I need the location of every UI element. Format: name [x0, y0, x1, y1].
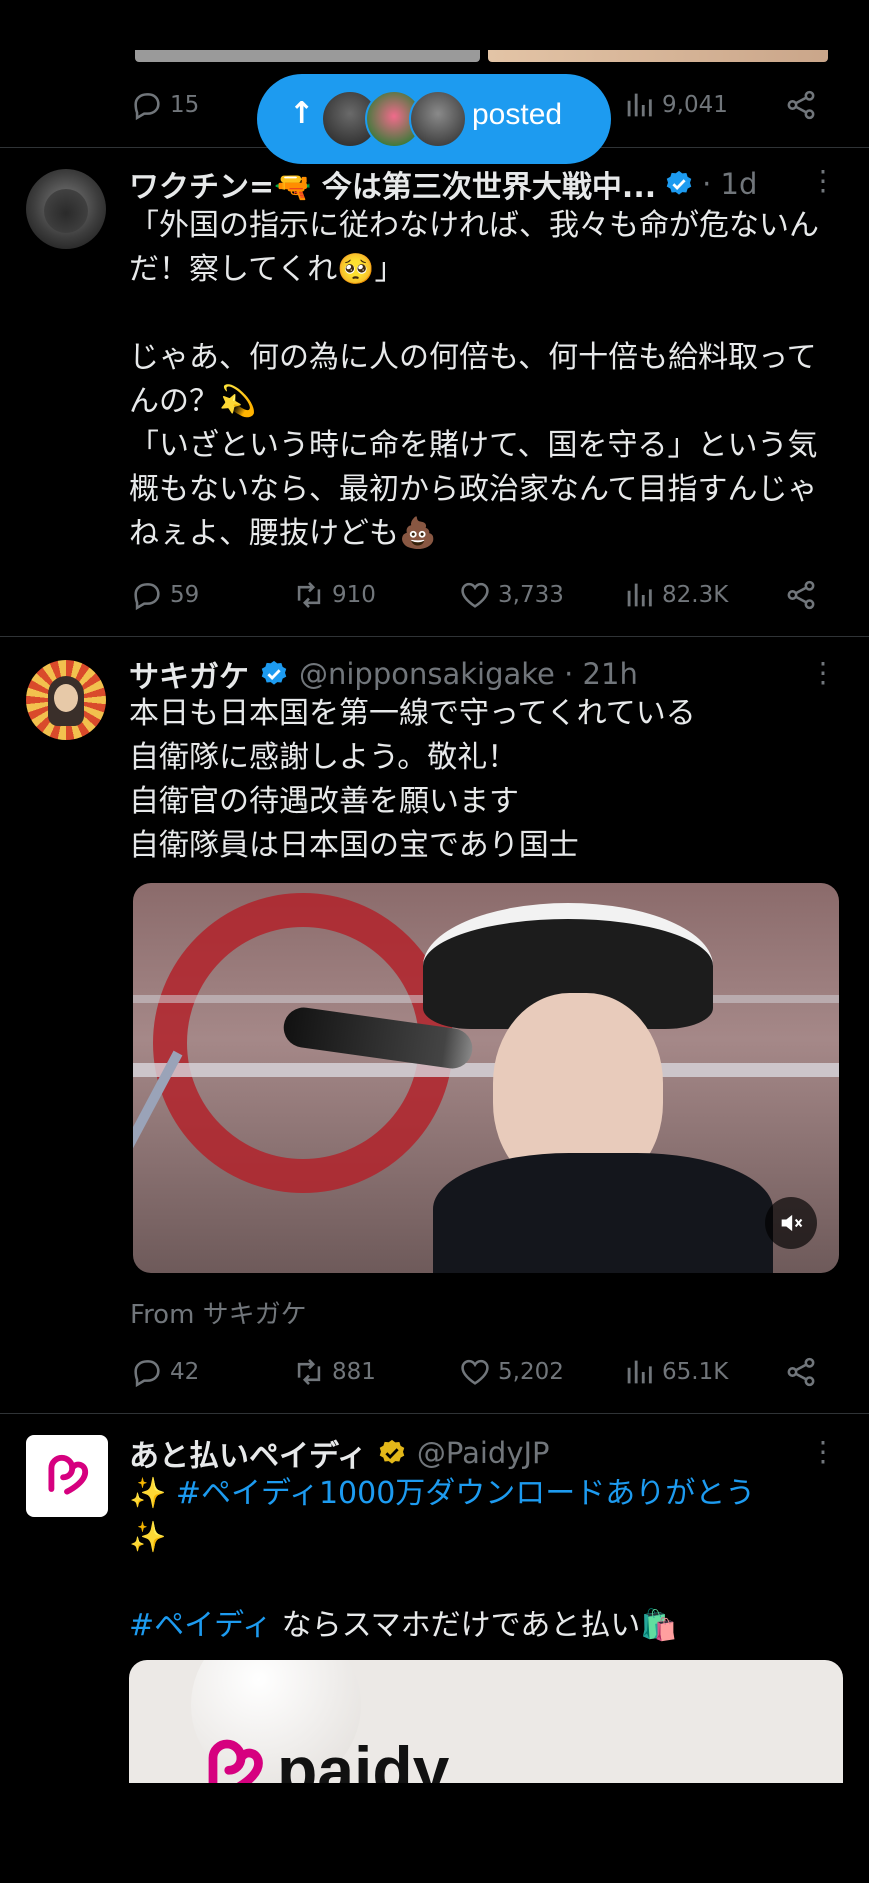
views-icon: [627, 583, 652, 607]
like-count: 5,202: [498, 1359, 564, 1385]
timestamp[interactable]: · 1d: [702, 167, 757, 201]
avatar-stack: [321, 90, 467, 148]
mute-button[interactable]: [765, 1197, 817, 1249]
more-options-icon[interactable]: ⋮: [809, 164, 837, 197]
new-posts-pill[interactable]: ↑ posted: [257, 74, 611, 164]
avatar[interactable]: [26, 1435, 108, 1517]
tweet-text: 「外国の指示に従わなければ、我々も命が危ないんだ！察してくれ🥺」 じゃあ、何の為…: [129, 208, 819, 551]
reply-count: 15: [170, 92, 200, 118]
heart-icon: [461, 582, 489, 608]
repost-button[interactable]: 881: [292, 1355, 376, 1389]
display-name[interactable]: ワクチン=🔫 今は第三次世界大戦中...: [129, 162, 656, 206]
heart-icon: [461, 1359, 489, 1385]
paidy-logo-icon: [208, 1739, 263, 1783]
like-button[interactable]: 3,733: [458, 578, 564, 612]
hashtag-link[interactable]: #ペイディ: [129, 1608, 272, 1643]
person-face: [54, 684, 78, 712]
handle[interactable]: @PaidyJP: [417, 1436, 550, 1470]
reply-button[interactable]: 59: [130, 578, 199, 612]
reply-icon: [134, 93, 160, 121]
reply-count: 59: [170, 582, 200, 608]
like-button[interactable]: 5,202: [458, 1355, 564, 1389]
share-icon[interactable]: [784, 578, 818, 612]
reply-count: 42: [170, 1359, 200, 1385]
sparkle-icon: ✨: [129, 1476, 167, 1511]
gold-verified-badge-icon: [377, 1438, 407, 1468]
top-view-count[interactable]: 9,041: [622, 88, 728, 122]
paidy-wordmark: paidy: [277, 1733, 450, 1783]
verified-badge-icon: [664, 169, 694, 199]
divider: [0, 1413, 869, 1414]
officer-uniform: [433, 1153, 773, 1273]
views-button[interactable]: 82.3K: [622, 578, 728, 612]
top-reply-count[interactable]: 15: [130, 88, 199, 122]
video-player[interactable]: [133, 883, 839, 1273]
ad-card-image[interactable]: paidy: [129, 1660, 843, 1783]
view-count: 82.3K: [662, 582, 729, 608]
avatar: [409, 90, 467, 148]
repost-count: 910: [332, 582, 376, 608]
reply-icon: [134, 583, 160, 611]
arrow-up-icon: ↑: [289, 96, 315, 131]
display-name[interactable]: サキガケ: [129, 652, 249, 696]
repost-count: 881: [332, 1359, 376, 1385]
display-name[interactable]: あと払いペイディ: [129, 1431, 367, 1475]
top-media-edge: [135, 50, 480, 62]
tweet-header: ワクチン=🔫 今は第三次世界大戦中... · 1d: [129, 162, 829, 206]
handle-and-time[interactable]: @nipponsakigake · 21h: [299, 657, 638, 691]
avatar[interactable]: [26, 660, 106, 740]
views-button[interactable]: 65.1K: [622, 1355, 728, 1389]
gorilla-face: [44, 189, 88, 233]
reply-button[interactable]: 42: [130, 1355, 199, 1389]
speaker-muted-icon: [781, 1214, 803, 1232]
more-options-icon[interactable]: ⋮: [809, 1435, 837, 1468]
from-label[interactable]: From サキガケ: [130, 1294, 307, 1331]
reply-icon: [134, 1360, 160, 1388]
ad-text: ならスマホだけであと払い🛍️: [272, 1608, 678, 1643]
sparkle-icon: ✨: [129, 1520, 167, 1555]
repost-icon: [297, 582, 321, 608]
share-icon[interactable]: [784, 1355, 818, 1389]
top-media-edge-2: [488, 50, 828, 62]
tweet-text: 本日も日本国を第一線で守ってくれている 自衛隊に感謝しよう。敬礼！ 自衛官の待遇…: [129, 696, 696, 863]
tweet-header: あと払いペイディ @PaidyJP: [129, 1431, 829, 1475]
more-options-icon[interactable]: ⋮: [809, 656, 837, 689]
paidy-logo-icon: [48, 1454, 89, 1495]
hashtag-link[interactable]: #ペイディ1000万ダウンロードありがとう: [176, 1476, 755, 1511]
ad-text-line-1: ✨ #ペイディ1000万ダウンロードありがとう: [129, 1472, 849, 1516]
scaffold-bar: [133, 1063, 839, 1077]
view-count: 65.1K: [662, 1359, 729, 1385]
repost-icon: [297, 1359, 321, 1385]
avatar[interactable]: [26, 169, 106, 249]
like-count: 3,733: [498, 582, 564, 608]
verified-badge-icon: [259, 659, 289, 689]
share-icon[interactable]: [784, 88, 818, 122]
view-count: 9,041: [662, 92, 728, 118]
views-icon: [627, 1360, 652, 1384]
posted-label: posted: [472, 98, 563, 131]
paidy-card-logo: paidy: [199, 1730, 449, 1783]
divider: [0, 636, 869, 637]
views-icon: [627, 93, 652, 117]
tweet-header: サキガケ @nipponsakigake · 21h: [129, 652, 829, 696]
ad-text-line-3: #ペイディ ならスマホだけであと払い🛍️: [129, 1604, 849, 1648]
repost-button[interactable]: 910: [292, 578, 376, 612]
